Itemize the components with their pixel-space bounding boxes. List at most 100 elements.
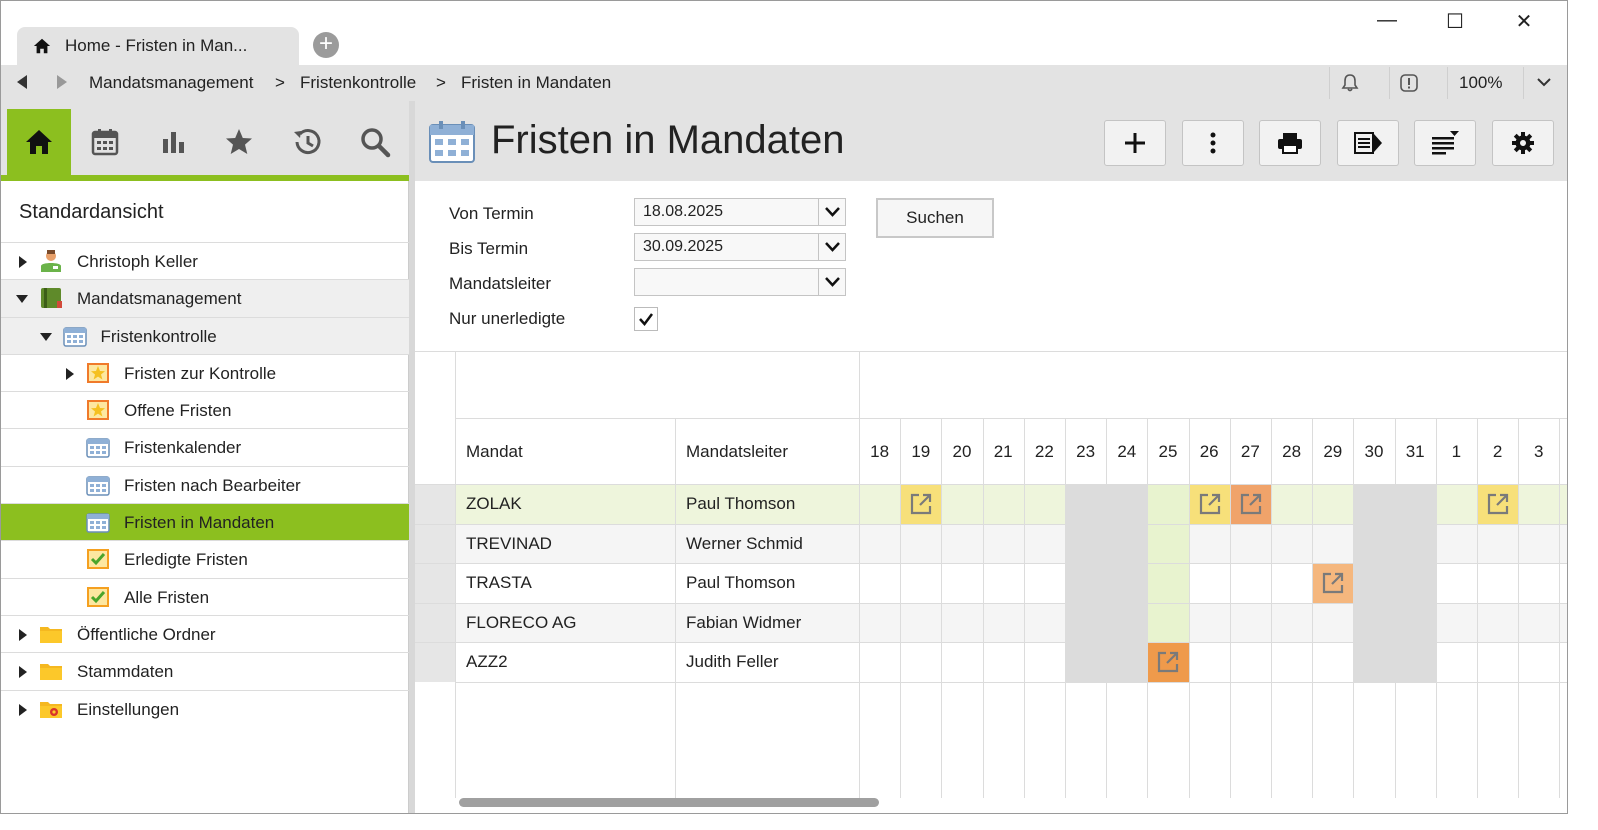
tree-item-fristenkalender[interactable]: Fristenkalender: [1, 428, 409, 465]
tree-item-label: Christoph Keller: [77, 252, 198, 271]
divider: [1435, 418, 1437, 798]
row-selector[interactable]: [415, 563, 455, 603]
mandatsleiter-select[interactable]: [634, 268, 846, 296]
calendar-icon: [86, 474, 110, 496]
column-header-mandatsleiter[interactable]: Mandatsleiter: [686, 442, 788, 462]
tree-item-mandatsmanagement[interactable]: Mandatsmanagement: [1, 279, 409, 317]
bis-termin-field[interactable]: 30.09.2025: [634, 233, 846, 261]
export-icon: [1354, 132, 1382, 154]
tree-item-label: Alle Fristen: [124, 587, 210, 607]
settings-button[interactable]: [1492, 120, 1554, 166]
sidebar-reports-button[interactable]: [141, 109, 205, 175]
search-icon: [361, 128, 391, 158]
dropdown-button[interactable]: [818, 199, 845, 225]
minimize-button[interactable]: —: [1367, 9, 1407, 37]
sidebar-home-button[interactable]: [7, 109, 71, 175]
tree-item-fristen-zur-kontrolle[interactable]: Fristen zur Kontrolle: [1, 353, 409, 391]
sidebar-search-button[interactable]: [343, 109, 407, 175]
horizontal-scrollbar[interactable]: [459, 798, 879, 807]
divider: [455, 602, 1567, 604]
divider: [982, 418, 984, 798]
divider: [1106, 418, 1108, 798]
divider: [455, 563, 1567, 564]
collapse-arrow-icon[interactable]: [39, 332, 52, 341]
expand-arrow-icon[interactable]: [19, 256, 27, 268]
bell-icon[interactable]: [1340, 73, 1360, 93]
tree-item-label: Fristen nach Bearbeiter: [124, 475, 301, 495]
sidebar-calendar-button[interactable]: [73, 109, 137, 175]
day-header: 18: [870, 442, 890, 461]
home-icon: [26, 130, 52, 154]
new-tab-button[interactable]: +: [313, 32, 339, 58]
sort-button[interactable]: [1414, 120, 1476, 166]
print-button[interactable]: [1259, 120, 1321, 166]
row-selector[interactable]: [415, 523, 455, 563]
expand-arrow-icon[interactable]: [19, 666, 27, 679]
deadline-event[interactable]: [1189, 485, 1230, 524]
tree-item-fristen-in-mandaten[interactable]: Fristen in Mandaten: [1, 503, 409, 541]
expand-arrow-icon[interactable]: [66, 367, 74, 380]
close-button[interactable]: ✕: [1504, 9, 1544, 37]
tree-item-erledigte-fristen[interactable]: Erledigte Fristen: [1, 540, 409, 577]
check-note-icon: [86, 548, 110, 570]
weekend-column: [1107, 484, 1148, 682]
tree-item-label: Fristenkontrolle: [100, 326, 217, 346]
tree-item-öffentliche-ordner[interactable]: Öffentliche Ordner: [1, 614, 409, 652]
tree-item-einstellungen[interactable]: Einstellungen: [1, 689, 409, 727]
sidebar: Standardansicht Christoph Keller Mandatsm…: [1, 101, 409, 813]
expand-arrow-icon[interactable]: [19, 703, 27, 716]
mandat-cell: ZOLAK: [466, 494, 522, 513]
browser-tab[interactable]: Home - Fristen in Man...: [17, 27, 299, 65]
breadcrumb-mandatsmanagement[interactable]: Mandatsmanagement: [89, 73, 253, 93]
day-header: 22: [1034, 442, 1054, 461]
checkmark-icon: [639, 313, 653, 326]
divider: [1353, 418, 1355, 798]
tree-item-fristen-nach-bearbeiter[interactable]: Fristen nach Bearbeiter: [1, 465, 409, 503]
maximize-button[interactable]: ☐: [1435, 9, 1475, 37]
zoom-level[interactable]: 100%: [1459, 73, 1502, 93]
divider: [941, 418, 943, 798]
dropdown-button[interactable]: [818, 234, 845, 260]
von-termin-field[interactable]: 18.08.2025: [634, 198, 846, 226]
deadline-event[interactable]: [1230, 485, 1271, 524]
more-button[interactable]: [1182, 120, 1244, 166]
export-button[interactable]: [1337, 120, 1399, 166]
expand-arrow-icon[interactable]: [19, 628, 27, 641]
tree-item-label: Fristenkalender: [124, 438, 242, 458]
settings-folder-icon: [39, 698, 63, 720]
deadline-event[interactable]: [1148, 643, 1189, 682]
row-selector[interactable]: [415, 642, 455, 682]
sidebar-history-button[interactable]: [275, 109, 339, 175]
add-button[interactable]: [1104, 120, 1166, 166]
calendar-icon: [91, 129, 119, 156]
divider: [455, 418, 1567, 419]
row-selector[interactable]: [415, 484, 455, 524]
back-icon[interactable]: [17, 75, 27, 89]
dropdown-button[interactable]: [818, 269, 845, 295]
divider: [1523, 67, 1524, 99]
collapse-arrow-icon[interactable]: [16, 295, 28, 304]
tree-item-stammdaten[interactable]: Stammdaten: [1, 652, 409, 689]
divider: [1065, 418, 1066, 798]
deadline-event[interactable]: [1478, 485, 1519, 524]
deadline-event[interactable]: [901, 485, 942, 524]
check-note-icon: [86, 586, 110, 608]
search-button[interactable]: Suchen: [876, 198, 994, 238]
chevron-down-icon[interactable]: [1536, 76, 1552, 88]
tree-item-fristenkontrolle[interactable]: Fristenkontrolle: [1, 316, 409, 354]
deadline-event[interactable]: [1313, 564, 1354, 603]
column-header-mandat[interactable]: Mandat: [466, 442, 523, 462]
divider: [1229, 418, 1231, 798]
gear-icon: [1512, 132, 1534, 154]
tree-item-offene-fristen[interactable]: Offene Fristen: [1, 391, 409, 428]
forward-icon[interactable]: [57, 75, 67, 89]
breadcrumb-fristenkontrolle[interactable]: Fristenkontrolle: [300, 73, 416, 93]
divider: [1477, 418, 1478, 798]
tree-item-alle-fristen[interactable]: Alle Fristen: [1, 577, 409, 615]
row-selector[interactable]: [415, 602, 455, 642]
tree-item-christoph-keller[interactable]: Christoph Keller: [1, 242, 409, 279]
nur-unerledigte-checkbox[interactable]: [634, 307, 658, 331]
calendar-icon: [429, 121, 475, 163]
alert-icon[interactable]: [1399, 73, 1419, 93]
sidebar-favorites-button[interactable]: [207, 109, 271, 175]
